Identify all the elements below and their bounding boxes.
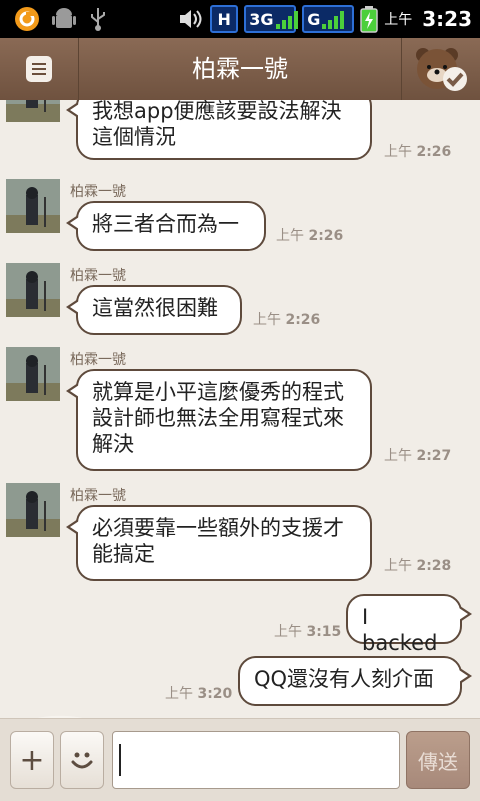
time-ampm: 上午 — [384, 144, 412, 160]
message-time: 上午 2:26 — [276, 225, 343, 245]
message-text: QQ還沒有人刻介面 — [254, 667, 435, 691]
avatar[interactable] — [6, 347, 60, 401]
message-bubble[interactable]: I backed — [346, 594, 472, 655]
volume-icon — [180, 10, 202, 28]
menu-icon — [26, 56, 52, 82]
message-bubble[interactable]: QQ還沒有人刻介面 — [238, 656, 472, 706]
plus-icon: + — [19, 742, 45, 778]
time-value: 3:15 — [306, 624, 342, 640]
text-caret — [119, 744, 121, 776]
message-time: 上午 2:27 — [384, 445, 451, 465]
message-text: 這當然很困難 — [92, 296, 218, 320]
message-time: 上午 2:28 — [384, 555, 451, 575]
sender-name: 柏霖一號 — [70, 352, 126, 368]
hsdpa-network-icon: H — [210, 5, 239, 33]
message-bubble[interactable]: 將三者合而為一 — [66, 201, 266, 251]
time-value: 2:28 — [416, 558, 452, 574]
message-bubble[interactable]: 就算是小平這麼優秀的程式設計師也無法全用寫程式來解決 — [66, 369, 372, 471]
input-bar: + 傳送 — [0, 718, 480, 801]
usb-icon — [91, 8, 105, 31]
time-ampm: 上午 — [165, 686, 193, 702]
message-text: 我想app便應該要設法解決這個情況 — [92, 100, 342, 149]
sender-name: 柏霖一號 — [70, 268, 126, 284]
message-time: 上午 2:26 — [384, 141, 451, 161]
3g-signal-icon: 3G — [244, 5, 298, 33]
time-value: 2:26 — [285, 312, 321, 328]
chat-title: 柏霖一號 — [192, 55, 288, 83]
sender-name: 柏霖一號 — [70, 184, 126, 200]
friend-options-button[interactable] — [401, 38, 480, 100]
gsm-signal-icon: G — [302, 5, 355, 33]
time-value: 2:27 — [416, 448, 452, 464]
menu-button[interactable] — [0, 38, 79, 100]
message-time: 上午 3:20 — [165, 683, 232, 703]
sender-name: 柏霖一號 — [70, 488, 126, 504]
time-value: 3:20 — [197, 686, 233, 702]
message-bubble[interactable]: 這當然很困難 — [66, 285, 242, 335]
avatar[interactable] — [6, 100, 60, 122]
battery-charging-icon — [360, 6, 378, 33]
message-text: 將三者合而為一 — [92, 212, 239, 236]
bear-check-icon — [416, 48, 467, 91]
message-text: I backed — [362, 605, 438, 655]
message-text: 就算是小平這麼優秀的程式設計師也無法全用寫程式來解決 — [92, 380, 344, 456]
android-debug-icon — [52, 8, 76, 28]
smiley-icon — [71, 752, 93, 769]
message-bubble[interactable]: 必須要靠一些額外的支援才能搞定 — [66, 505, 372, 581]
3g-label: 3G — [249, 9, 274, 29]
time-ampm: 上午 — [253, 312, 281, 328]
avatar[interactable] — [6, 483, 60, 537]
chat-header: 柏霖一號 — [0, 38, 480, 101]
message-bubble[interactable]: 我想app便應該要設法解決這個情況 — [66, 100, 372, 160]
time-ampm: 上午 — [384, 558, 412, 574]
notification-app-icon — [15, 7, 39, 31]
clock: 3:23 — [422, 7, 472, 31]
message-text: 必須要靠一些額外的支援才能搞定 — [92, 516, 344, 566]
message-input[interactable] — [112, 731, 400, 789]
add-attachment-button[interactable]: + — [10, 731, 54, 789]
message-time: 上午 2:26 — [253, 309, 320, 329]
status-bar: H 3G G 上午 3:23 — [0, 0, 480, 38]
message-time: 上午 3:15 — [274, 621, 341, 641]
avatar[interactable] — [6, 179, 60, 233]
time-ampm: 上午 — [276, 228, 304, 244]
time-ampm: 上午 — [274, 624, 302, 640]
g-label: G — [307, 9, 321, 29]
time-ampm: 上午 — [384, 448, 412, 464]
time-value: 2:26 — [308, 228, 344, 244]
time-value: 2:26 — [416, 144, 452, 160]
avatar[interactable] — [6, 263, 60, 317]
chat-messages[interactable]: 我想app便應該要設法解決這個情況 上午 2:26 柏霖一號 將三者合而為一 上… — [0, 100, 480, 718]
clock-ampm: 上午 — [384, 12, 413, 28]
sticker-button[interactable] — [60, 731, 104, 789]
send-button[interactable]: 傳送 — [406, 731, 470, 789]
